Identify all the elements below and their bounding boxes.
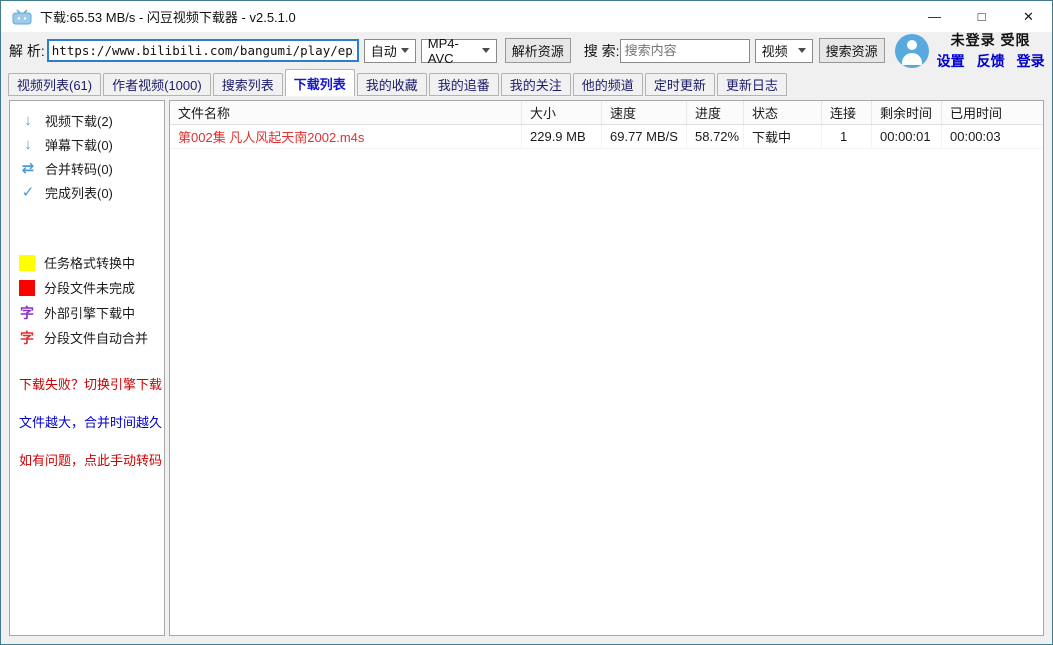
download-icon: ↓ [20, 112, 36, 129]
table-header-row: 文件名称 大小 速度 进度 状态 连接 剩余时间 已用时间 [170, 101, 1043, 125]
sidebar-item-label: 合并转码(0) [45, 159, 113, 178]
column-header-speed[interactable]: 速度 [602, 101, 687, 124]
search-input[interactable] [620, 39, 750, 63]
tab-scheduled-update[interactable]: 定时更新 [645, 73, 715, 96]
user-avatar[interactable] [895, 34, 929, 68]
sidebar-notes: 下载失败？切换引擎下载 文件越大，合并时间越久 如有问题，点此手动转码 [10, 377, 164, 469]
tab-download-list[interactable]: 下载列表 [285, 69, 355, 96]
app-window: 下载:65.53 MB/s - 闪豆视频下载器 - v2.5.1.0 — □ ✕… [0, 0, 1053, 645]
sidebar-item-danmaku-download[interactable]: ↓ 弹幕下载(0) [10, 132, 164, 156]
cell-file-name: 第002集 凡人风起天南2002.m4s [170, 125, 522, 148]
legend-label: 外部引擎下载中 [44, 303, 135, 322]
sidebar-item-label: 视频下载(2) [45, 111, 113, 130]
search-type-value: 视频 [762, 41, 788, 60]
person-icon [902, 53, 922, 65]
user-links: 设置 反馈 登录 [937, 51, 1045, 71]
column-header-connections[interactable]: 连接 [822, 101, 872, 124]
tab-my-follows[interactable]: 我的关注 [501, 73, 571, 96]
person-icon [907, 40, 917, 50]
column-header-status[interactable]: 状态 [744, 101, 822, 124]
content-area: ↓ 视频下载(2) ↓ 弹幕下载(0) ⇄ 合并转码(0) ✓ 完成列表(0) … [1, 96, 1052, 644]
legend-char-swatch: 字 [19, 328, 35, 348]
sidebar-item-label: 弹幕下载(0) [45, 135, 113, 154]
column-header-file-name[interactable]: 文件名称 [170, 101, 522, 124]
app-tv-icon [12, 9, 32, 25]
cell-time-elapsed: 00:00:03 [942, 125, 1043, 148]
minimize-icon[interactable]: — [911, 1, 958, 32]
login-link[interactable]: 登录 [1017, 51, 1045, 71]
feedback-link[interactable]: 反馈 [977, 51, 1005, 71]
tab-search-list[interactable]: 搜索列表 [213, 73, 283, 96]
tab-bar: 视频列表(61) 作者视频(1000) 搜索列表 下载列表 我的收藏 我的追番 … [1, 69, 1052, 96]
toolbar: 解 析: 自动 MP4-AVC 解析资源 搜 索: 视频 搜索资源 未登录 受限… [1, 32, 1052, 69]
legend-item-segment-incomplete: 分段文件未完成 [10, 275, 164, 300]
chevron-down-icon [401, 48, 409, 53]
parse-resource-button[interactable]: 解析资源 [505, 38, 571, 63]
column-header-time-elapsed[interactable]: 已用时间 [942, 101, 1043, 124]
legend-label: 分段文件自动合并 [44, 328, 148, 347]
sidebar-item-video-download[interactable]: ↓ 视频下载(2) [10, 108, 164, 132]
download-table: 文件名称 大小 速度 进度 状态 连接 剩余时间 已用时间 第002集 凡人风起… [169, 100, 1044, 636]
column-header-progress[interactable]: 进度 [687, 101, 744, 124]
legend-swatch [19, 255, 35, 271]
cell-status: 下载中 [744, 125, 822, 148]
user-block: 未登录 受限 设置 反馈 登录 [937, 30, 1045, 71]
swap-arrows-icon: ⇄ [20, 159, 36, 177]
note-switch-engine: 下载失败？切换引擎下载 [10, 377, 164, 393]
table-row[interactable]: 第002集 凡人风起天南2002.m4s 229.9 MB 69.77 MB/S… [170, 125, 1043, 149]
check-icon: ✓ [20, 183, 36, 201]
sidebar-item-label: 完成列表(0) [45, 183, 113, 202]
close-icon[interactable]: ✕ [1005, 1, 1052, 32]
cell-size: 229.9 MB [522, 125, 602, 148]
window-controls: — □ ✕ [911, 1, 1052, 32]
cell-speed: 69.77 MB/S [602, 125, 687, 148]
status-legend: 任务格式转换中 分段文件未完成 字 外部引擎下载中 字 分段文件自动合并 [10, 250, 164, 350]
chevron-down-icon [798, 48, 806, 53]
column-header-size[interactable]: 大小 [522, 101, 602, 124]
download-icon: ↓ [20, 136, 36, 153]
sidebar: ↓ 视频下载(2) ↓ 弹幕下载(0) ⇄ 合并转码(0) ✓ 完成列表(0) … [9, 100, 165, 636]
legend-label: 分段文件未完成 [44, 278, 135, 297]
maximize-icon[interactable]: □ [958, 1, 1005, 32]
tab-my-favorites[interactable]: 我的收藏 [357, 73, 427, 96]
legend-item-external-engine: 字 外部引擎下载中 [10, 300, 164, 325]
mode-select[interactable]: 自动 [364, 39, 416, 63]
chevron-down-icon [482, 48, 490, 53]
tab-changelog[interactable]: 更新日志 [717, 73, 787, 96]
legend-swatch [19, 280, 35, 296]
sidebar-item-merge-transcode[interactable]: ⇄ 合并转码(0) [10, 156, 164, 180]
search-label: 搜 索: [584, 41, 620, 61]
tab-my-bangumi[interactable]: 我的追番 [429, 73, 499, 96]
format-select[interactable]: MP4-AVC [421, 39, 497, 63]
tab-video-list[interactable]: 视频列表(61) [8, 73, 101, 96]
window-title: 下载:65.53 MB/s - 闪豆视频下载器 - v2.5.1.0 [40, 7, 296, 26]
search-resource-button[interactable]: 搜索资源 [819, 38, 885, 63]
settings-link[interactable]: 设置 [937, 51, 965, 71]
cell-connections: 1 [822, 125, 872, 148]
legend-char-swatch: 字 [19, 303, 35, 323]
note-manual-transcode[interactable]: 如有问题，点此手动转码 [10, 453, 164, 469]
sidebar-item-completed-list[interactable]: ✓ 完成列表(0) [10, 180, 164, 204]
format-select-value: MP4-AVC [428, 36, 482, 66]
mode-select-value: 自动 [371, 41, 397, 60]
column-header-time-remaining[interactable]: 剩余时间 [872, 101, 942, 124]
tab-author-videos[interactable]: 作者视频(1000) [103, 73, 211, 96]
legend-item-auto-merge: 字 分段文件自动合并 [10, 325, 164, 350]
url-input[interactable] [47, 39, 359, 62]
login-status: 未登录 受限 [951, 30, 1031, 50]
search-type-select[interactable]: 视频 [755, 39, 813, 63]
tab-his-channel[interactable]: 他的频道 [573, 73, 643, 96]
cell-time-remaining: 00:00:01 [872, 125, 942, 148]
note-merge-time: 文件越大，合并时间越久 [10, 415, 164, 431]
legend-label: 任务格式转换中 [44, 253, 135, 272]
title-bar: 下载:65.53 MB/s - 闪豆视频下载器 - v2.5.1.0 — □ ✕ [1, 1, 1052, 32]
legend-item-converting: 任务格式转换中 [10, 250, 164, 275]
cell-progress: 58.72% [687, 125, 744, 148]
parse-label: 解 析: [9, 41, 45, 61]
